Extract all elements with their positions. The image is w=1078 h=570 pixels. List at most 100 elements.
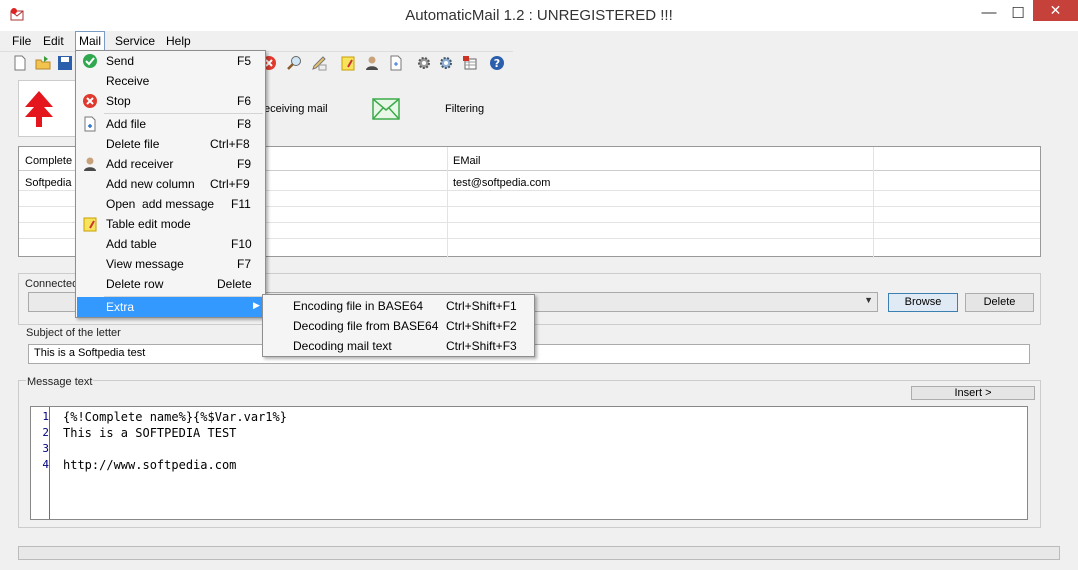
menu-item-add-table[interactable]: Add table F10 xyxy=(76,234,265,254)
menu-mail[interactable]: Mail xyxy=(75,31,106,51)
menu-item-label: Delete file xyxy=(106,137,160,151)
menu-item-decoding-base64[interactable]: Decoding file from BASE64 Ctrl+Shift+F2 xyxy=(263,316,534,336)
menu-item-table-edit-mode[interactable]: Table edit mode xyxy=(76,214,265,234)
title-bar: AutomaticMail 1.2 : UNREGISTERED !!! — ☐… xyxy=(0,0,1078,31)
column-header[interactable]: EMail xyxy=(447,152,647,170)
menu-item-decoding-mail-text[interactable]: Decoding mail text Ctrl+Shift+F3 xyxy=(263,336,534,356)
file-icon[interactable] xyxy=(388,55,404,71)
menu-item-add-receiver[interactable]: Add receiver F9 xyxy=(76,154,265,174)
menu-item-delete-row[interactable]: Delete row Delete xyxy=(76,274,265,294)
menu-item-open-add-message[interactable]: Open add message F11 xyxy=(76,194,265,214)
menu-item-shortcut: Ctrl+F9 xyxy=(210,177,250,191)
menu-item-shortcut: F5 xyxy=(237,54,252,68)
menu-item-shortcut: F9 xyxy=(237,157,252,171)
menu-bar: File Edit Mail Service Help xyxy=(0,31,1078,51)
menu-item-label: Add receiver xyxy=(106,157,174,171)
settings-icon[interactable] xyxy=(416,55,432,71)
column-header[interactable]: Complete xyxy=(19,152,79,170)
chevron-down-icon: ▼ xyxy=(864,295,873,305)
menu-item-label: Table edit mode xyxy=(106,217,191,231)
code-line[interactable]: This is a SOFTPEDIA TEST xyxy=(63,426,236,440)
envelope-icon[interactable] xyxy=(372,98,400,120)
line-number: 1 xyxy=(42,410,49,423)
menu-item-label: Decoding mail text xyxy=(293,339,392,353)
maximize-button[interactable]: ☐ xyxy=(1006,4,1030,24)
menu-item-receive[interactable]: Receive xyxy=(76,71,265,91)
line-number: 2 xyxy=(42,426,49,439)
menu-item-label: Open add message xyxy=(106,197,215,211)
menu-help[interactable]: Help xyxy=(166,34,191,48)
menu-item-view-message[interactable]: View message F7 xyxy=(76,254,265,274)
mail-menu: Send F5 Receive Stop F6 Add file F8 Dele… xyxy=(75,50,266,318)
menu-item-label: Add file xyxy=(106,117,147,131)
menu-item-label: Receive xyxy=(106,74,150,88)
message-editor[interactable]: 1 {%!Complete name%}{%$Var.var1%} 2 This… xyxy=(30,406,1028,520)
extra-submenu: Encoding file in BASE64 Ctrl+Shift+F1 De… xyxy=(262,294,535,357)
menu-item-label: View message xyxy=(106,257,184,271)
help-icon[interactable]: ? xyxy=(489,55,505,71)
receiver-icon xyxy=(84,157,96,171)
menu-item-label: Extra xyxy=(106,300,135,314)
open-icon[interactable] xyxy=(35,55,51,71)
menu-item-label: Delete row xyxy=(106,277,164,291)
menu-item-encoding-base64[interactable]: Encoding file in BASE64 Ctrl+Shift+F1 xyxy=(263,296,534,316)
menu-item-shortcut: Ctrl+Shift+F2 xyxy=(446,319,517,333)
menu-edit[interactable]: Edit xyxy=(43,34,64,48)
menu-item-shortcut: F6 xyxy=(237,94,252,108)
menu-item-shortcut: Ctrl+F8 xyxy=(210,137,250,151)
menu-item-label: Add new column xyxy=(106,177,195,191)
chevron-right-icon: ▶ xyxy=(253,300,260,310)
menu-item-shortcut: F11 xyxy=(231,197,251,211)
status-bar xyxy=(18,546,1060,560)
menu-item-extra[interactable]: Extra ▶ xyxy=(77,297,264,317)
menu-item-stop[interactable]: Stop F6 xyxy=(76,91,265,111)
menu-service[interactable]: Service xyxy=(115,34,155,48)
check-icon xyxy=(83,54,97,68)
menu-item-label: Add table xyxy=(106,237,157,251)
table-edit-icon xyxy=(83,217,97,232)
svg-text:?: ? xyxy=(494,57,500,70)
menu-item-shortcut: F7 xyxy=(237,257,252,271)
close-button[interactable]: ✕ xyxy=(1033,0,1078,21)
menu-file[interactable]: File xyxy=(12,34,31,48)
menu-item-delete-file[interactable]: Delete file Ctrl+F8 xyxy=(76,134,265,154)
add-file-icon xyxy=(84,116,96,132)
connected-label: Connected xyxy=(25,278,79,290)
message-label: Message text xyxy=(26,376,94,388)
subject-label: Subject of the letter xyxy=(26,327,121,339)
menu-item-label: Stop xyxy=(106,94,131,108)
note-icon[interactable] xyxy=(340,55,356,71)
menu-item-shortcut: Ctrl+Shift+F1 xyxy=(446,299,517,313)
line-number: 3 xyxy=(42,442,49,455)
menu-item-add-file[interactable]: Add file F8 xyxy=(76,114,265,134)
menu-item-label: Send xyxy=(106,54,135,68)
code-line[interactable]: http://www.softpedia.com xyxy=(63,458,236,472)
menu-item-send[interactable]: Send F5 xyxy=(76,51,265,71)
new-file-icon[interactable] xyxy=(12,55,28,71)
insert-button[interactable]: Insert > xyxy=(911,386,1035,400)
delete-button[interactable]: Delete xyxy=(965,293,1034,312)
window-title: AutomaticMail 1.2 : UNREGISTERED !!! xyxy=(405,7,673,24)
receiver-icon[interactable] xyxy=(364,55,380,71)
stop-icon xyxy=(83,94,97,108)
edit-icon[interactable] xyxy=(311,55,327,71)
column-divider xyxy=(447,147,448,258)
menu-item-shortcut: Delete xyxy=(217,277,252,291)
menu-item-label: Encoding file in BASE64 xyxy=(293,299,424,313)
code-line[interactable]: {%!Complete name%}{%$Var.var1%} xyxy=(63,410,287,424)
table-icon[interactable] xyxy=(462,55,478,71)
send-card[interactable] xyxy=(18,80,76,137)
tab-receiving-mail[interactable]: eceiving mail xyxy=(264,103,328,115)
menu-item-label: Decoding file from BASE64 xyxy=(293,319,439,333)
menu-item-shortcut: Ctrl+Shift+F3 xyxy=(446,339,517,353)
menu-item-shortcut: F8 xyxy=(237,117,252,131)
menu-item-add-new-column[interactable]: Add new column Ctrl+F9 xyxy=(76,174,265,194)
minimize-button[interactable]: — xyxy=(978,4,1000,24)
save-icon[interactable] xyxy=(57,55,73,71)
browse-button[interactable]: Browse xyxy=(888,293,958,312)
column-divider xyxy=(873,147,874,258)
search-icon[interactable] xyxy=(287,55,303,71)
tab-filtering[interactable]: Filtering xyxy=(445,103,484,115)
gutter-divider xyxy=(49,407,50,519)
settings2-icon[interactable] xyxy=(438,55,454,71)
